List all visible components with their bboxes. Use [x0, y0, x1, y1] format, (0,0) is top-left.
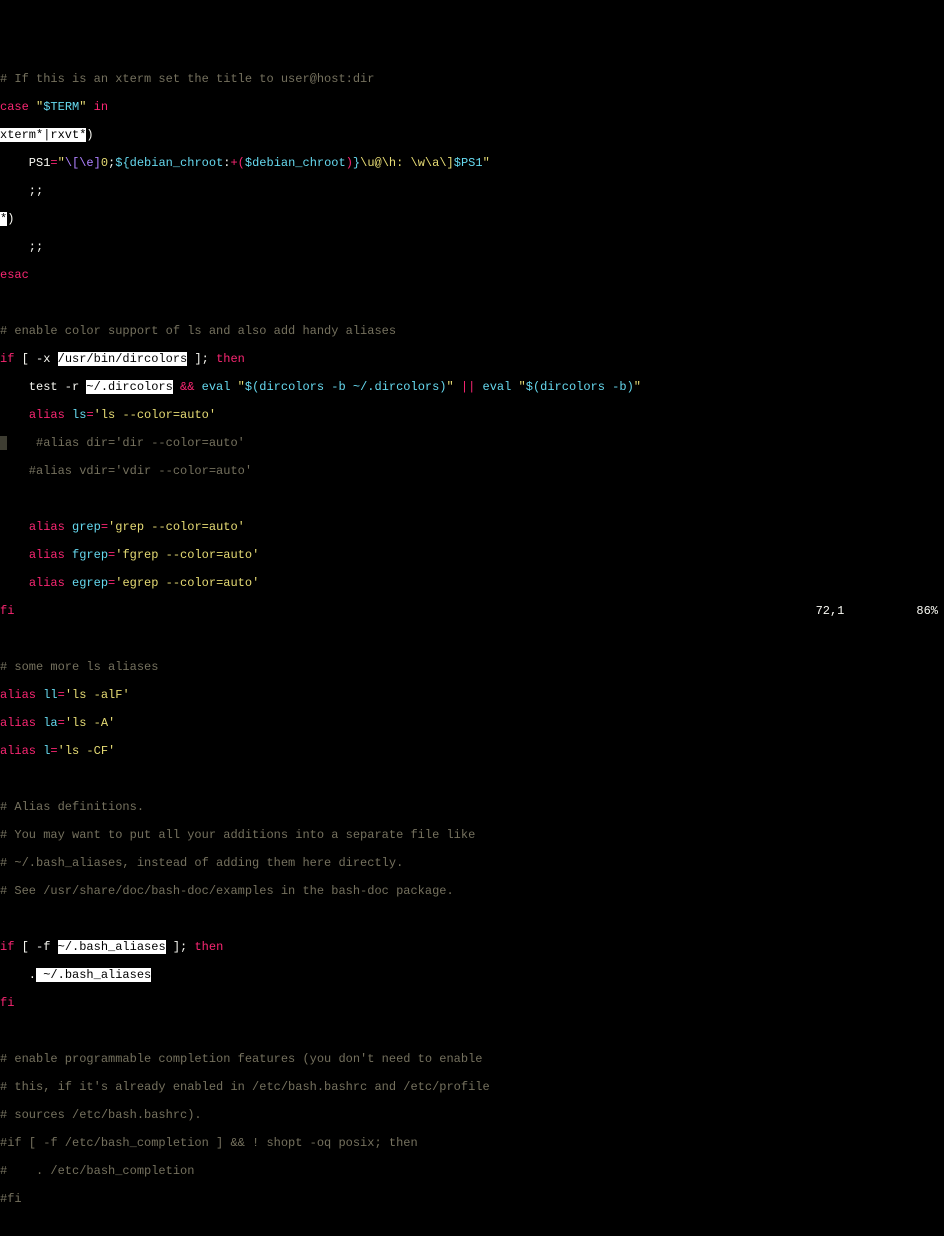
code-line: ;; [0, 184, 944, 198]
code-line [0, 1024, 944, 1038]
code-line: # . /etc/bash_completion [0, 1164, 944, 1178]
code-line: fi [0, 604, 944, 618]
code-line [0, 1220, 944, 1234]
vim-statusbar: 72,1 86% [816, 604, 944, 618]
code-line: alias grep='grep --color=auto' [0, 520, 944, 534]
code-line: case "$TERM" in [0, 100, 944, 114]
code-line: # some more ls aliases [0, 660, 944, 674]
code-line: # enable color support of ls and also ad… [0, 324, 944, 338]
code-line: alias egrep='egrep --color=auto' [0, 576, 944, 590]
code-line [0, 772, 944, 786]
code-line: #fi [0, 1192, 944, 1206]
keyword: case [0, 100, 29, 114]
code-line: # You may want to put all your additions… [0, 828, 944, 842]
code-line: *) [0, 212, 944, 226]
code-line [0, 912, 944, 926]
code-line: fi [0, 996, 944, 1010]
code-line: #alias dir='dir --color=auto' [0, 436, 944, 450]
code-line: #alias vdir='vdir --color=auto' [0, 464, 944, 478]
code-line: test -r ~/.dircolors && eval "$(dircolor… [0, 380, 944, 394]
code-line: if [ -f ~/.bash_aliases ]; then [0, 940, 944, 954]
code-line: alias ls='ls --color=auto' [0, 408, 944, 422]
code-line: xterm*|rxvt*) [0, 128, 944, 142]
code-line: # ~/.bash_aliases, instead of adding the… [0, 856, 944, 870]
comment-text: # If this is an xterm set the title to u… [0, 72, 374, 86]
scroll-percentage: 86% [916, 604, 938, 618]
code-line: alias l='ls -CF' [0, 744, 944, 758]
code-line: # sources /etc/bash.bashrc). [0, 1108, 944, 1122]
code-line: alias fgrep='fgrep --color=auto' [0, 548, 944, 562]
code-line: # If this is an xterm set the title to u… [0, 72, 944, 86]
code-editor[interactable]: # If this is an xterm set the title to u… [0, 56, 944, 1236]
code-line: alias la='ls -A' [0, 716, 944, 730]
code-line: # this, if it's already enabled in /etc/… [0, 1080, 944, 1094]
case-pattern: xterm*|rxvt* [0, 128, 86, 142]
cursor-position: 72,1 [816, 604, 845, 618]
code-line: alias ll='ls -alF' [0, 688, 944, 702]
code-line: # enable programmable completion feature… [0, 1052, 944, 1066]
code-line [0, 296, 944, 310]
code-line: if [ -x /usr/bin/dircolors ]; then [0, 352, 944, 366]
code-line: # Alias definitions. [0, 800, 944, 814]
code-line: PS1="\[\e]0;${debian_chroot:+($debian_ch… [0, 156, 944, 170]
code-line [0, 492, 944, 506]
code-line: . ~/.bash_aliases [0, 968, 944, 982]
code-line [0, 632, 944, 646]
code-line: #if [ -f /etc/bash_completion ] && ! sho… [0, 1136, 944, 1150]
code-line: ;; [0, 240, 944, 254]
code-line: # See /usr/share/doc/bash-doc/examples i… [0, 884, 944, 898]
code-line: esac [0, 268, 944, 282]
